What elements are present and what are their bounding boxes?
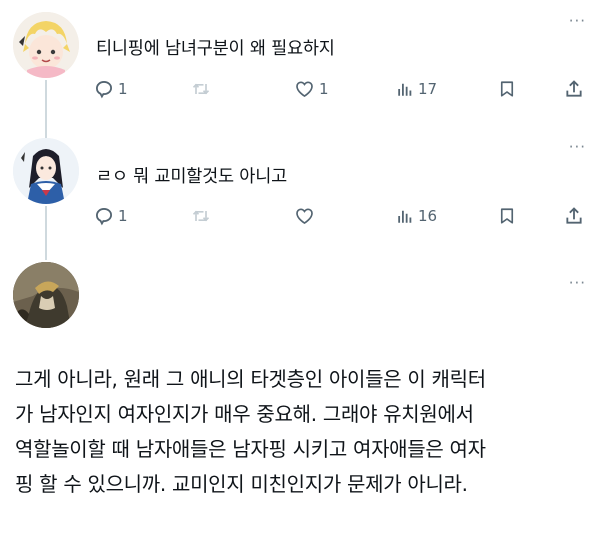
avatar[interactable]: [13, 262, 79, 328]
reply-count: 1: [118, 207, 128, 225]
tweet-text: 티니핑에 남녀구분이 왜 필요하지: [96, 39, 335, 59]
avatar[interactable]: [13, 138, 79, 204]
share-button[interactable]: [564, 76, 584, 102]
thread-line: [45, 206, 47, 260]
tweet-actions: 1 16: [90, 203, 590, 229]
bookmark-icon: [500, 208, 514, 224]
retweet-icon: [192, 83, 210, 95]
reply-count: 1: [118, 80, 128, 98]
views-button[interactable]: 17: [396, 76, 437, 102]
reply-icon: [95, 80, 113, 99]
reply-line: 그게 아니라, 원래 그 애니의 타겟층인 아이들은 이 캐릭터: [15, 367, 486, 391]
share-icon: [566, 80, 582, 97]
reply-button[interactable]: 1: [94, 203, 128, 229]
views-icon: [398, 83, 412, 96]
bookmark-button[interactable]: [498, 76, 516, 102]
reply-line: 가 남자인지 여자인지가 매우 중요해. 그래야 유치원에서: [15, 402, 474, 426]
bookmark-icon: [500, 81, 514, 97]
tweet-text: ㄹㅇ 뭐 교미할것도 아니고: [96, 167, 287, 187]
retweet-button[interactable]: [190, 203, 216, 229]
more-options-icon[interactable]: ···: [569, 14, 586, 29]
like-count: 1: [319, 80, 329, 98]
views-button[interactable]: 16: [396, 203, 437, 229]
bookmark-button[interactable]: [498, 203, 516, 229]
reply-icon: [95, 207, 113, 226]
reply-line: 핑 할 수 있으니까. 교미인지 미친인지가 문제가 아니라.: [15, 472, 468, 496]
heart-icon: [296, 208, 313, 225]
more-options-icon[interactable]: ···: [569, 140, 586, 155]
reply-line: 역할놀이할 때 남자애들은 남자핑 시키고 여자애들은 여자: [15, 437, 486, 461]
share-icon: [566, 207, 582, 224]
reply-button[interactable]: 1: [94, 76, 128, 102]
view-count: 17: [418, 80, 438, 98]
retweet-icon: [192, 210, 210, 222]
views-icon: [398, 210, 412, 223]
reply-text: 그게 아니라, 원래 그 애니의 타겟층인 아이들은 이 캐릭터 가 남자인지 …: [15, 362, 590, 502]
tweet-actions: 1 1 17: [90, 76, 590, 102]
like-button[interactable]: [294, 203, 319, 229]
avatar[interactable]: [13, 12, 79, 78]
heart-icon: [296, 81, 313, 98]
retweet-button[interactable]: [190, 76, 216, 102]
more-options-icon[interactable]: ···: [569, 276, 586, 291]
like-button[interactable]: 1: [294, 76, 329, 102]
view-count: 16: [418, 207, 438, 225]
thread-line: [45, 80, 47, 138]
share-button[interactable]: [564, 203, 584, 229]
